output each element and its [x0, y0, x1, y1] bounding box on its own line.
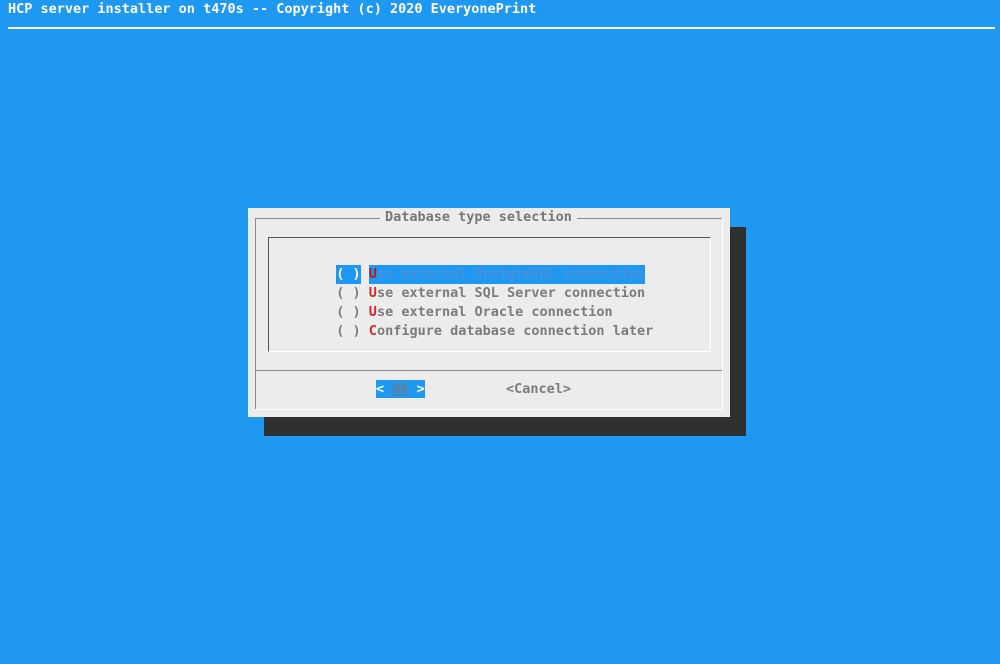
hotkey-letter: C — [368, 323, 377, 339]
dialog-title: Database type selection — [380, 209, 577, 225]
radio-option-oracle[interactable]: ( ) Use external Oracle connection — [320, 284, 612, 320]
radio-button-icon[interactable]: ( ) — [336, 322, 360, 341]
backtitle: HCP server installer on t470s -- Copyrig… — [8, 1, 537, 17]
radio-option-label[interactable]: Configure database connection later — [369, 322, 653, 341]
radio-option-sqlserver[interactable]: ( ) Use external SQL Server connection — [320, 265, 645, 301]
radio-option-postgresql[interactable]: ( ) Use external PostgreSQL connection — [320, 246, 646, 284]
dialog-frame-right — [722, 218, 723, 409]
backtitle-divider — [8, 27, 995, 29]
dialog-frame-bottom — [255, 409, 722, 410]
dialog-button-separator — [255, 370, 722, 371]
cancel-button[interactable]: <Cancel> — [506, 380, 571, 398]
radio-option-text: onfigure database connection later — [376, 323, 654, 339]
ok-button-right-bracket: > — [408, 381, 425, 397]
ok-button-label: OK — [392, 381, 409, 397]
radio-option-configure-later[interactable]: ( ) Configure database connection later — [320, 303, 653, 339]
dialog-frame-left — [255, 218, 256, 409]
ok-button-left-bracket: < — [376, 381, 393, 397]
ok-button[interactable]: < OK > — [376, 380, 425, 398]
